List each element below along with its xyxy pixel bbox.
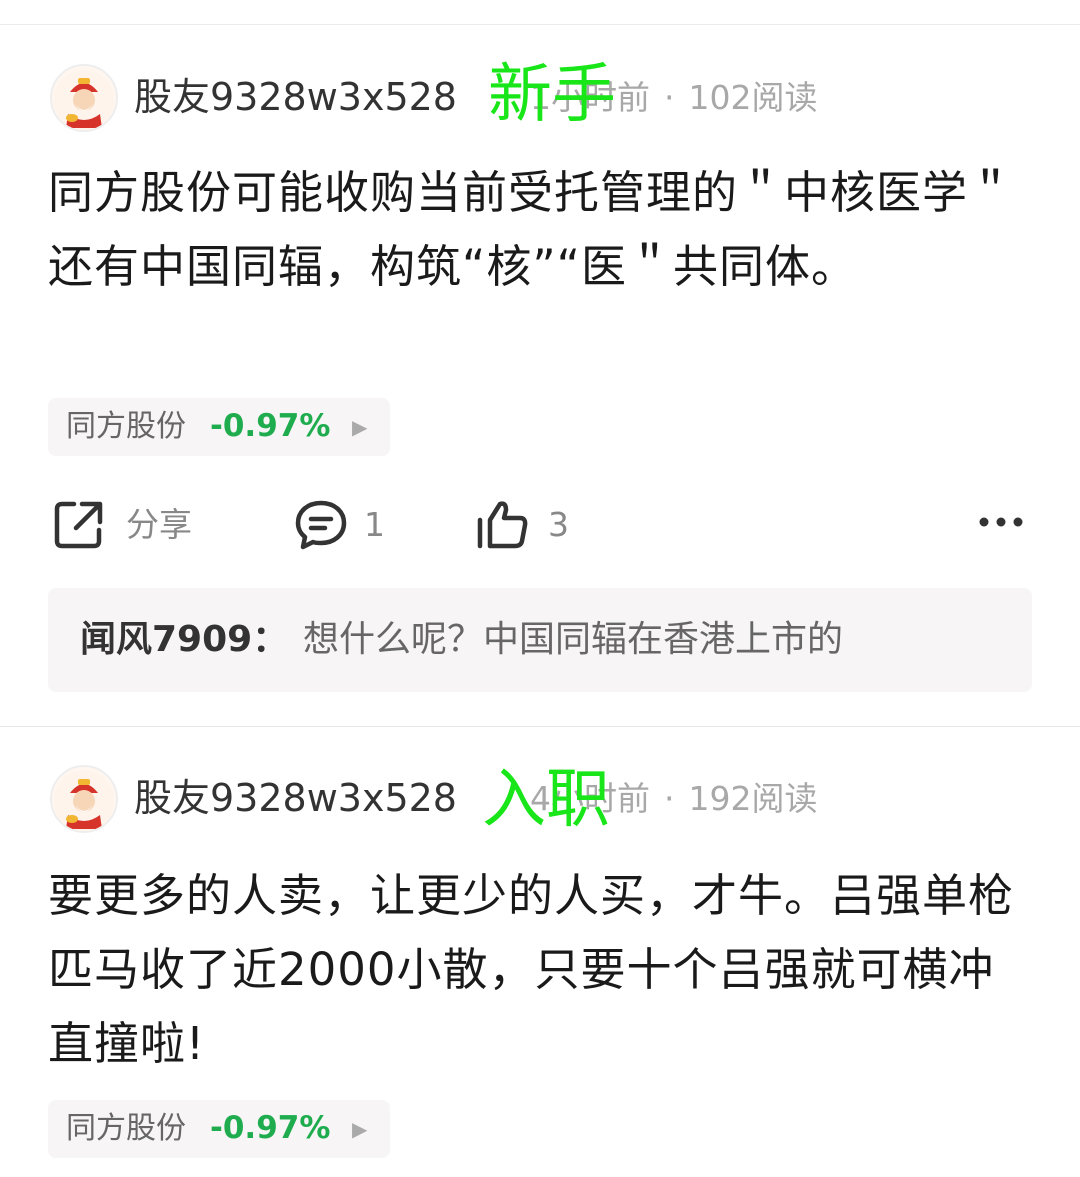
triangle-right-icon: ▶ [352,1117,368,1141]
overlay-label: 新手 [488,58,616,132]
stock-tag[interactable]: 同方股份 -0.97% ▶ [48,398,390,456]
stock-change: -0.97% [210,408,331,444]
post-card[interactable]: 股友9328w3x528 1小时前 · 102阅读 新手 同方股份可能收购当前受托管… [0,0,1080,726]
share-label[interactable]: 分享 [126,502,192,548]
read-count: 102阅读 [688,78,818,117]
post-card[interactable]: 股友9328w3x528 4小时前 · 192阅读 入职 要更多的人卖，让更少的人买… [0,727,1080,1177]
share-icon[interactable] [52,498,106,552]
comment-text: 想什么呢？中国同辐在香港上市的 [303,619,844,660]
more-icon[interactable] [978,514,1024,530]
comment-count[interactable]: 1 [364,502,385,548]
avatar[interactable] [50,64,118,132]
read-count: 192阅读 [688,779,818,818]
action-bar: 分享 1 3 [0,484,1080,564]
comment-icon[interactable] [294,498,348,552]
stock-name: 同方股份 [66,409,186,444]
post-content[interactable]: 要更多的人卖，让更少的人买，才牛。吕强单枪匹马收了近2000小散，只要十个吕强就… [48,859,1038,1081]
meta-dot: · [664,779,675,818]
triangle-right-icon: ▶ [352,415,368,439]
avatar-fortune-god-icon [54,771,114,831]
avatar-fortune-god-icon [54,70,114,130]
username[interactable]: 股友9328w3x528 [134,773,457,823]
avatar[interactable] [50,765,118,833]
comment-user[interactable]: 闻风7909： [80,616,288,664]
username[interactable]: 股友9328w3x528 [134,72,457,122]
top-comment[interactable]: 闻风7909： 想什么呢？中国同辐在香港上市的 [48,588,1032,692]
stock-tag[interactable]: 同方股份 -0.97% ▶ [48,1100,390,1158]
stock-change: -0.97% [210,1110,331,1146]
stock-name: 同方股份 [66,1111,186,1146]
post-content[interactable]: 同方股份可能收购当前受托管理的＂中核医学＂还有中国同辐，构筑“核”“医＂共同体。 [48,156,1038,304]
overlay-label: 入职 [482,763,610,837]
like-icon[interactable] [476,498,530,552]
meta-dot: · [664,78,675,117]
like-count[interactable]: 3 [548,502,569,548]
